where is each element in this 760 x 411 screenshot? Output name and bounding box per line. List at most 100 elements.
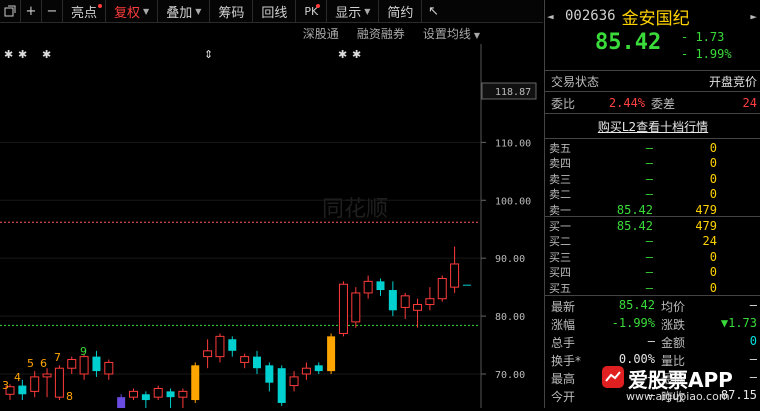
candle-body xyxy=(67,359,77,369)
weicha-label: 委差 xyxy=(651,96,676,111)
buy-order-label: 买一 xyxy=(549,219,571,233)
candle-body xyxy=(462,284,471,286)
candle-body xyxy=(253,356,261,369)
y-tick-label: 110.00 xyxy=(495,138,531,149)
huixian-button[interactable]: 回线 xyxy=(253,0,297,22)
buy-order-price: — xyxy=(645,249,653,264)
notify-dot-icon xyxy=(316,4,321,8)
huanshou-label: 换手* xyxy=(551,354,582,368)
candle-body xyxy=(265,365,274,383)
buy-order-label: 买二 xyxy=(549,235,571,248)
candle-body xyxy=(363,280,373,294)
buy-l2-link[interactable]: 购买L2查看十档行情 xyxy=(598,118,708,135)
sell-order-row: 卖四 — 0 xyxy=(549,156,760,171)
y-tick-label: 70.00 xyxy=(495,370,525,381)
price-change-pct: - 1.99% xyxy=(681,47,732,61)
chouma-button[interactable]: 筹码 xyxy=(210,0,254,22)
xianshi-label: 显示 xyxy=(335,5,362,21)
candle-body xyxy=(178,390,188,398)
candle-body xyxy=(277,368,286,403)
xianshi-dropdown[interactable]: 显示 ▼ xyxy=(327,0,380,22)
buy-order-volume: 24 xyxy=(702,234,717,248)
candle-body xyxy=(153,387,163,398)
brand-url: www.aigupiao.com xyxy=(626,390,730,403)
signal-marker: ✱ xyxy=(338,48,347,61)
kline-svg[interactable]: 同花顺118.87110.00100.0090.0080.0070.00✱ ✱ ✱ ⇕… xyxy=(0,44,543,411)
liangdian-button[interactable]: 亮点 xyxy=(63,0,107,22)
diejia-dropdown[interactable]: 叠加 ▼ xyxy=(158,0,211,22)
sell-order-price: — xyxy=(645,171,653,186)
candle-body xyxy=(92,356,101,372)
zongshou-label: 总手 xyxy=(551,336,576,350)
sell-order-label: 卖三 xyxy=(549,172,571,186)
trade-status-row: 交易状态 开盘竞价 xyxy=(545,72,760,90)
chart-toolbar: + − 亮点 复权 ▼ 叠加 ▼ 筹码 回线 PK 显示 ▼ 简约 ↖ xyxy=(0,0,543,23)
quote-panel: ◄ 002636 金安国纪 ► 85.42 - 1.73 - 1.99% 交易状… xyxy=(544,0,760,408)
stock-code: 002636 xyxy=(565,8,616,24)
buy-order-price: — xyxy=(645,265,653,279)
candle-body xyxy=(351,292,361,323)
y-tick-label: 80.00 xyxy=(495,312,525,323)
junjia-label: 均价 xyxy=(661,300,686,314)
candle-body xyxy=(388,290,397,311)
jine-value: 0 xyxy=(749,334,757,348)
brand-watermark: 爱股票APP www.aigupiao.com xyxy=(600,362,760,408)
divider xyxy=(545,70,760,71)
zuixin-value: 85.42 xyxy=(618,298,655,312)
buy-order-row: 买三 — 0 xyxy=(549,249,760,264)
buy-order-price: — xyxy=(645,280,653,295)
zoom-out-button[interactable]: − xyxy=(42,0,63,22)
candle-body xyxy=(203,350,213,358)
zhangfu-label: 涨幅 xyxy=(551,318,576,332)
diejia-label: 叠加 xyxy=(166,5,193,21)
sell-order-label: 卖二 xyxy=(549,188,571,201)
buy-order-row: 买五 — 0 xyxy=(549,280,760,295)
candle-body xyxy=(166,391,175,398)
zuixin-label: 最新 xyxy=(551,300,576,314)
zhangdie-label: 涨跌 xyxy=(661,318,686,332)
candle-body xyxy=(129,390,138,398)
ma-settings-dropdown[interactable]: 设置均线 ▼ xyxy=(423,25,480,42)
sell-order-label: 卖五 xyxy=(549,141,571,155)
l2-row: 购买L2查看十档行情 xyxy=(545,116,760,136)
sell-order-volume: 479 xyxy=(695,202,717,217)
jianyue-button[interactable]: 简约 xyxy=(379,0,423,22)
buy-order-price: — xyxy=(645,234,653,248)
buy-order-volume: 0 xyxy=(709,265,717,279)
wave-label: 9 xyxy=(80,345,87,358)
signal-marker: ✱ xyxy=(18,48,27,61)
sell-order-label: 卖四 xyxy=(549,157,571,170)
buy-order-row: 买一 85.42 479 xyxy=(549,218,760,233)
divider xyxy=(545,113,760,114)
caret-down-icon: ▼ xyxy=(364,6,371,16)
zoom-in-button[interactable]: + xyxy=(21,0,42,22)
brand-name: 爱股票APP xyxy=(628,368,733,392)
buy-order-price: 85.42 xyxy=(616,218,653,233)
fuquan-dropdown[interactable]: 复权 ▼ xyxy=(106,0,159,22)
sell-order-row: 卖三 — 0 xyxy=(549,171,760,186)
candle-body xyxy=(191,365,200,401)
pk-button[interactable]: PK xyxy=(296,0,328,22)
candle-body xyxy=(228,339,237,351)
zongshou-value: — xyxy=(647,334,655,348)
prev-stock-icon[interactable]: ◄ xyxy=(547,10,561,23)
jine-label: 金额 xyxy=(661,336,686,350)
stock-header: ◄ 002636 金安国纪 ► xyxy=(545,4,760,29)
candle-body xyxy=(437,277,447,300)
sell-order-price: — xyxy=(645,156,653,170)
trade-status-value: 开盘竞价 xyxy=(708,74,757,89)
shenshen-link[interactable]: 深股通 xyxy=(303,25,339,42)
next-stock-icon[interactable]: ► xyxy=(750,10,757,23)
chart-subbar: 深股通 融资融券 设置均线 ▼ xyxy=(0,23,480,43)
wave-label: 5 xyxy=(27,357,34,370)
window-icon[interactable] xyxy=(0,0,21,22)
collapse-icon[interactable]: ↖ xyxy=(422,0,444,22)
weibi-row: 委比 2.44% 委差 24 xyxy=(545,94,760,112)
notify-dot-icon xyxy=(98,4,103,8)
candle-body xyxy=(450,263,460,288)
sell-order-volume: 0 xyxy=(709,140,717,155)
rongzi-link[interactable]: 融资融券 xyxy=(357,25,405,42)
candle-body xyxy=(376,281,385,291)
zuigao-label: 最高 xyxy=(551,372,576,386)
kline-chart[interactable]: 同花顺 118.87 110.00 100.00 90.00 80.00 70.00 ✱ ✱ ✱ ⇕… xyxy=(0,44,543,411)
